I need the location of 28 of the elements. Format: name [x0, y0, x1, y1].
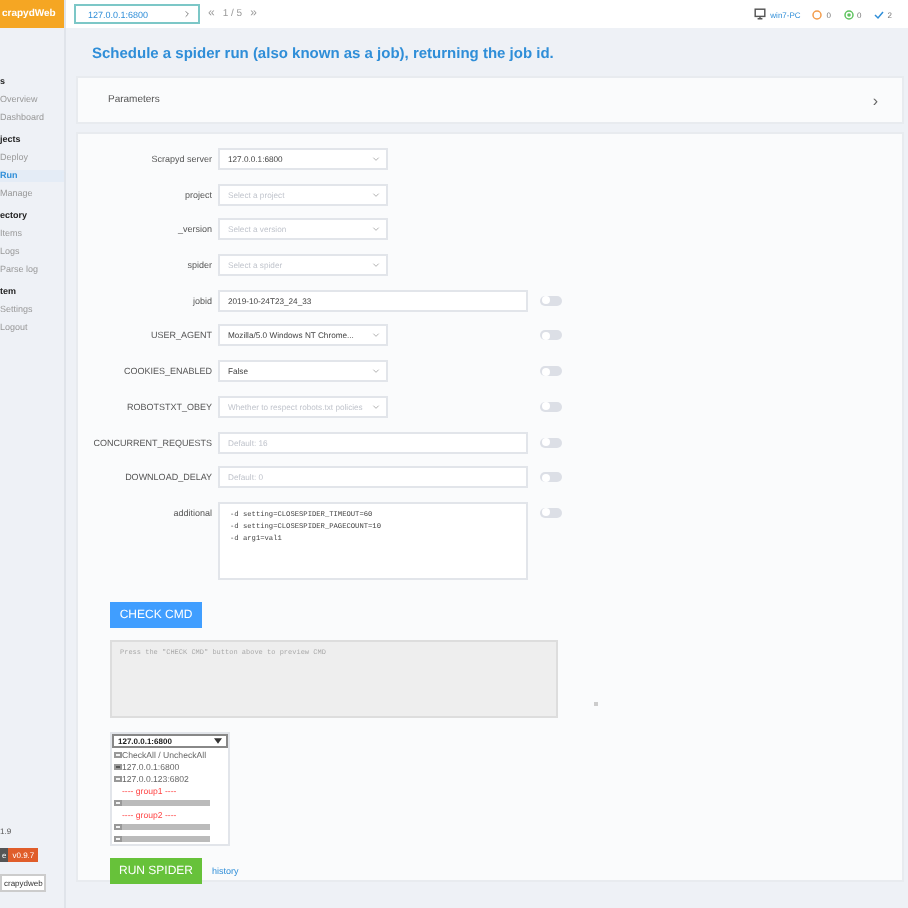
caret-icon	[372, 368, 380, 375]
toggle-switch[interactable]	[540, 295, 562, 306]
redacted-text	[122, 824, 210, 830]
caret-icon	[214, 738, 222, 745]
toggle-switch[interactable]	[540, 507, 562, 518]
checkbox[interactable]	[114, 799, 121, 807]
chevron-icon	[184, 10, 190, 18]
toggle-switch[interactable]	[540, 437, 562, 447]
caret-icon	[372, 262, 380, 269]
dot-mark	[594, 702, 598, 706]
checkbox[interactable]	[114, 823, 121, 831]
circle-icon	[812, 9, 823, 19]
chevron-icon: ›	[872, 91, 878, 109]
caret-icon	[372, 191, 380, 198]
circle-dot-icon	[843, 9, 854, 19]
toggle-switch[interactable]	[540, 472, 562, 483]
caret-icon	[372, 226, 380, 233]
redacted-text	[122, 836, 210, 842]
check-icon	[873, 9, 884, 19]
toggle-switch[interactable]	[540, 401, 562, 412]
toggle-switch[interactable]	[540, 330, 562, 341]
caret-icon	[372, 332, 380, 339]
toggle-switch[interactable]	[540, 366, 562, 377]
checkbox[interactable]	[114, 835, 121, 843]
redacted-text	[122, 800, 210, 806]
monitor-icon	[754, 8, 767, 20]
caret-icon	[372, 156, 380, 162]
caret-icon	[372, 403, 380, 410]
